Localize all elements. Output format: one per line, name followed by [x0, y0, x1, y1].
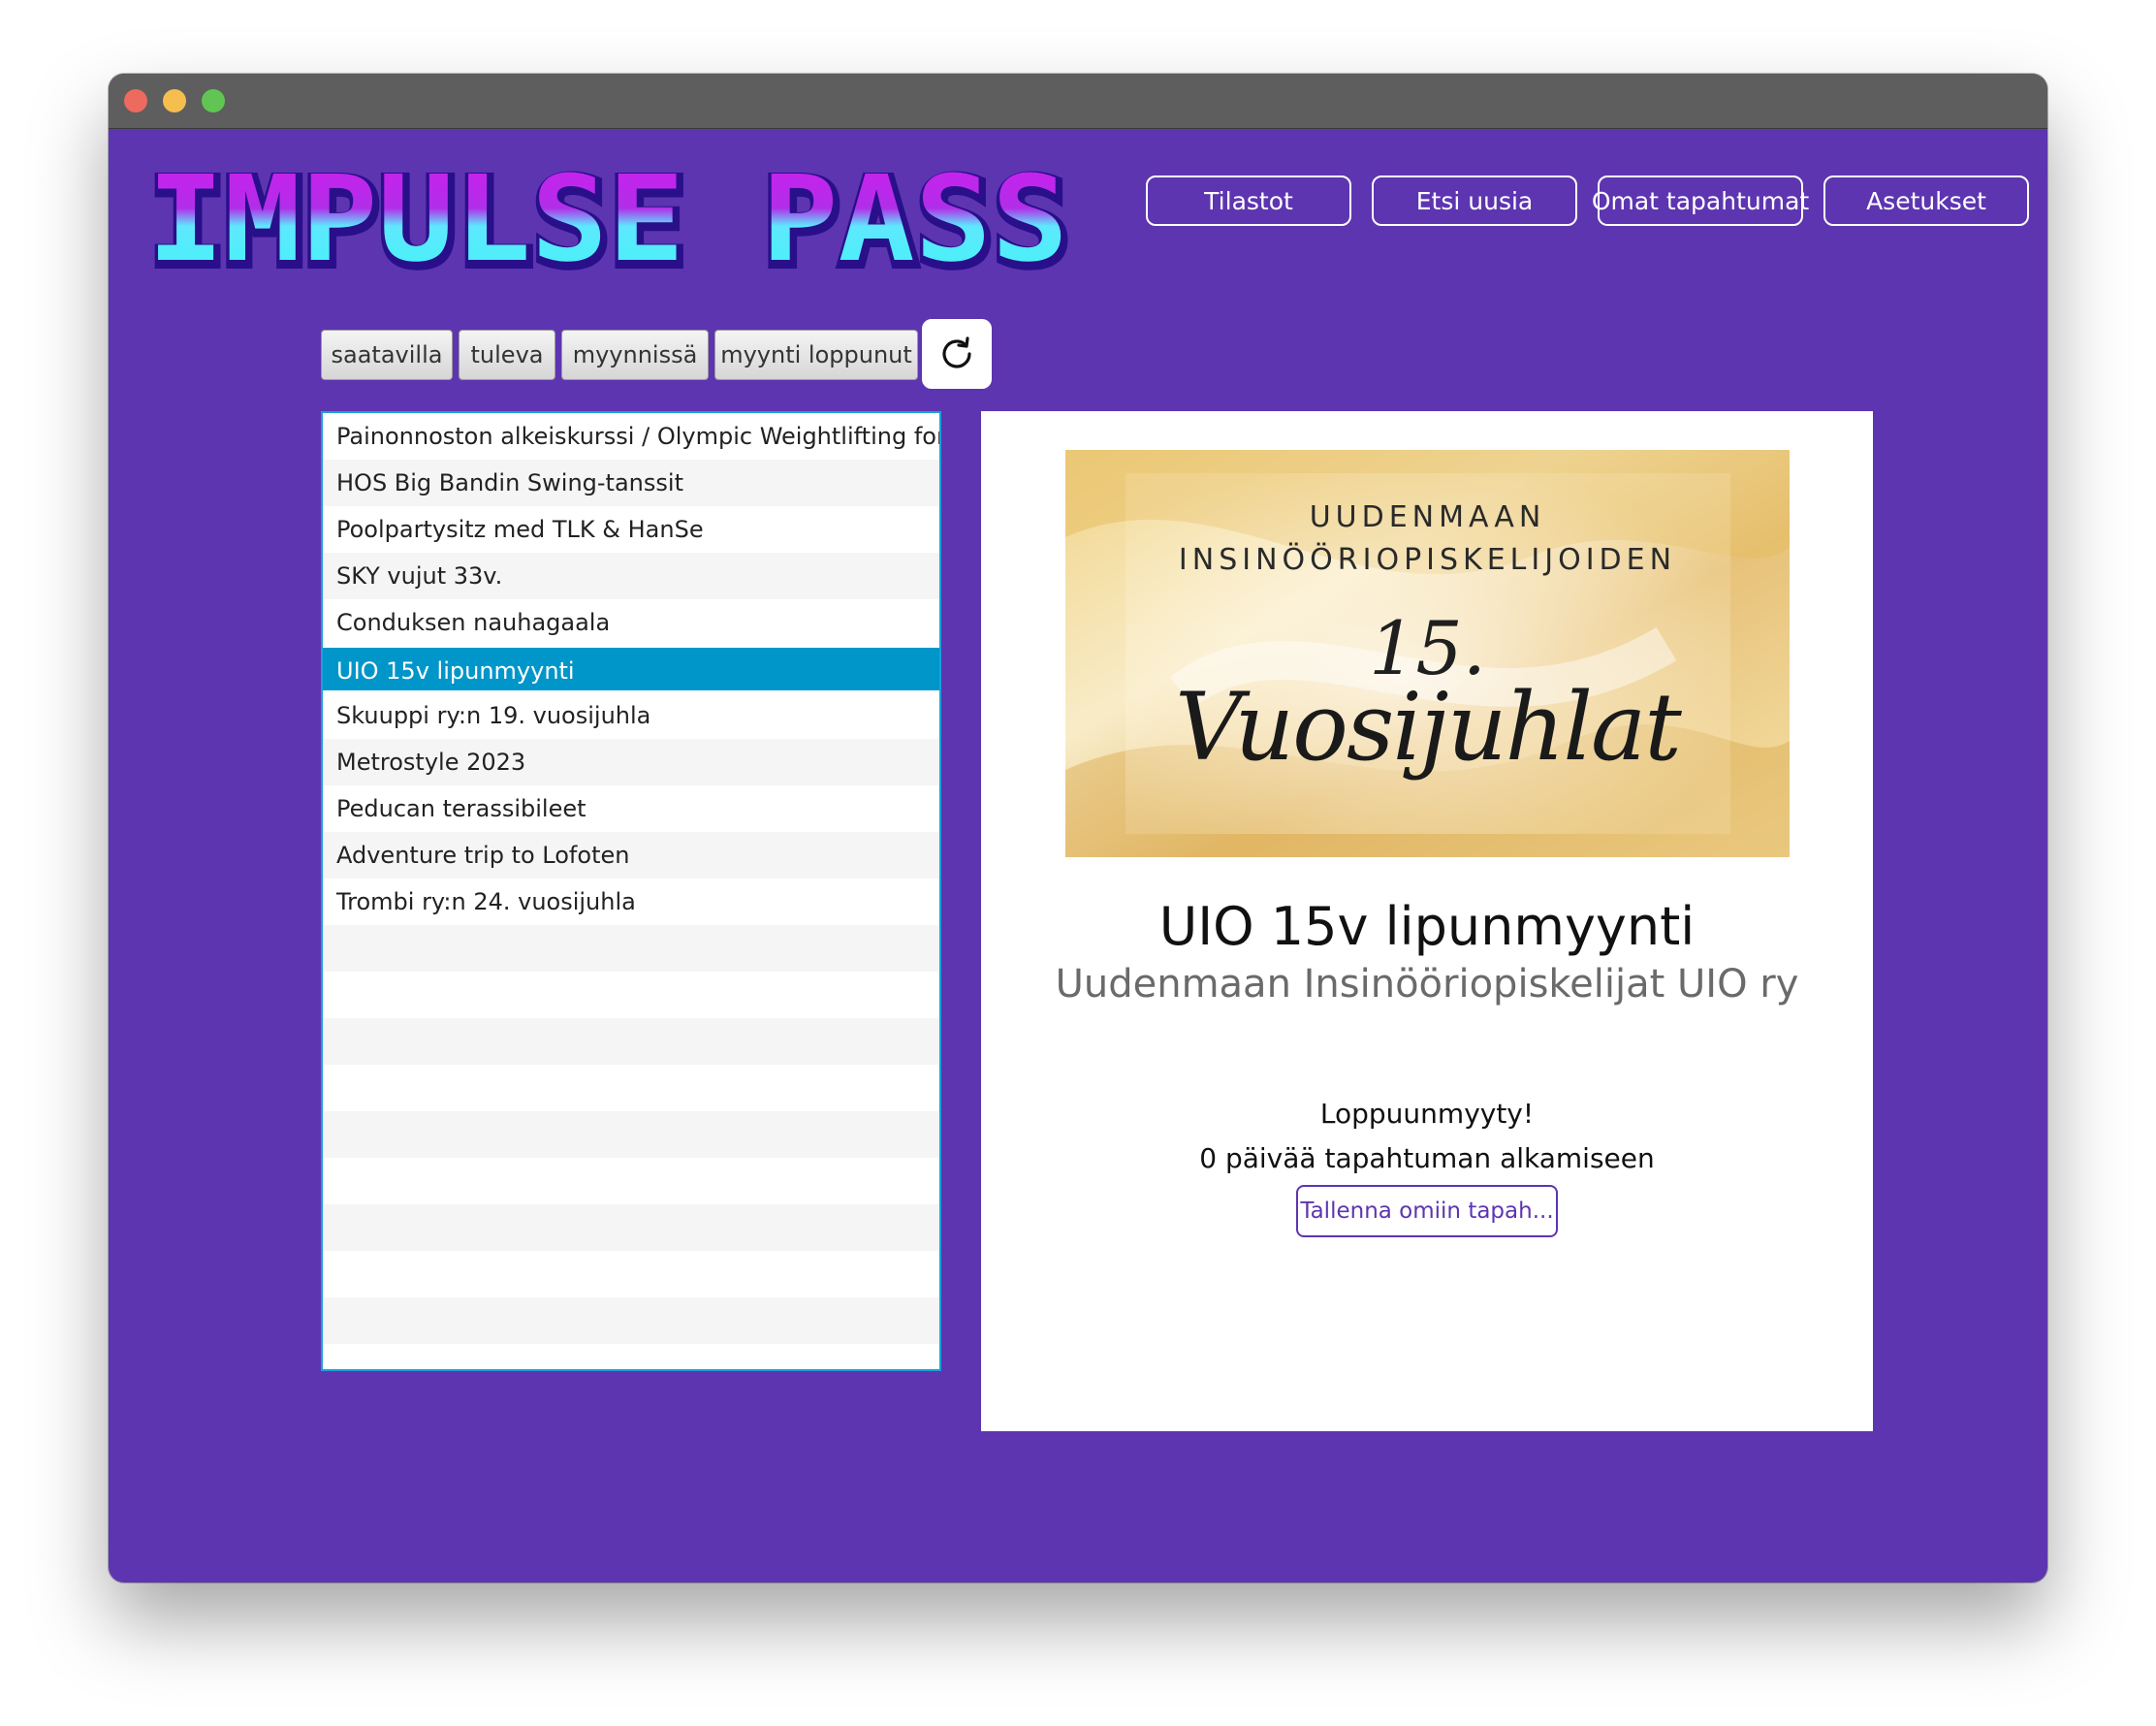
- event-poster-image: UUDENMAAN INSINÖÖRIOPISKELIJOIDEN 15. Vu…: [1065, 450, 1790, 857]
- find-new-button[interactable]: Etsi uusia: [1372, 176, 1577, 226]
- empty-list-row: [323, 972, 939, 1018]
- event-organizer: Uudenmaan Insinööriopiskelijat UIO ry: [1055, 962, 1799, 1007]
- filter-on-sale-button[interactable]: myynnissä: [561, 330, 709, 380]
- days-until-event: 0 päivää tapahtuman alkamiseen: [1199, 1142, 1655, 1174]
- empty-list-row: [323, 1018, 939, 1065]
- empty-list-row: [323, 1297, 939, 1344]
- empty-list-row: [323, 1065, 939, 1111]
- event-list-item[interactable]: Skuuppi ry:n 19. vuosijuhla: [323, 692, 939, 739]
- poster-line-1: UUDENMAAN: [1309, 500, 1546, 534]
- empty-list-row: [323, 1251, 939, 1297]
- app-logo: IMPULSE PASS IMPULSE PASS: [144, 151, 1075, 287]
- empty-list-row: [323, 925, 939, 972]
- empty-list-row: [323, 1204, 939, 1251]
- event-list-item[interactable]: SKY vujut 33v.: [323, 553, 939, 599]
- logo-text: IMPULSE PASS: [147, 151, 1068, 287]
- ticket-status: Loppuunmyyty!: [1319, 1098, 1535, 1130]
- filter-sale-ended-button[interactable]: myynti loppunut: [714, 330, 918, 380]
- event-list-item[interactable]: Adventure trip to Lofoten: [323, 832, 939, 879]
- event-detail-panel: UUDENMAAN INSINÖÖRIOPISKELIJOIDEN 15. Vu…: [981, 411, 1873, 1431]
- event-list-item[interactable]: Metrostyle 2023: [323, 739, 939, 785]
- filter-available-button[interactable]: saatavilla: [321, 330, 453, 380]
- poster-script-text: Vuosijuhlat: [1175, 673, 1682, 782]
- filter-upcoming-button[interactable]: tuleva: [459, 330, 555, 380]
- event-list-item[interactable]: Trombi ry:n 24. vuosijuhla: [323, 879, 939, 925]
- close-window-button[interactable]: [124, 89, 147, 112]
- poster-line-2: INSINÖÖRIOPISKELIJOIDEN: [1178, 543, 1677, 577]
- event-list-item[interactable]: Conduksen nauhagaala: [323, 599, 939, 646]
- settings-button[interactable]: Asetukset: [1823, 176, 2029, 226]
- event-list-item[interactable]: HOS Big Bandin Swing-tanssit: [323, 460, 939, 506]
- empty-list-row: [323, 1344, 939, 1369]
- empty-list-row: [323, 1158, 939, 1204]
- event-list-item[interactable]: Painonnoston alkeiskurssi / Olympic Weig…: [323, 413, 939, 460]
- refresh-button[interactable]: [922, 319, 992, 389]
- my-events-button[interactable]: Omat tapahtumat: [1592, 176, 1809, 226]
- maximize-window-button[interactable]: [202, 89, 225, 112]
- refresh-icon: [942, 336, 971, 368]
- event-list-item[interactable]: Poolpartysitz med TLK & HanSe: [323, 506, 939, 553]
- event-list-item[interactable]: UIO 15v lipunmyynti: [323, 646, 939, 692]
- app-window: IMPULSE PASS IMPULSE PASS Tilastot Etsi …: [109, 74, 2047, 1582]
- event-list-item[interactable]: Peducan terassibileet: [323, 785, 939, 832]
- event-list[interactable]: Painonnoston alkeiskurssi / Olympic Weig…: [321, 411, 941, 1371]
- stats-button[interactable]: Tilastot: [1146, 176, 1351, 226]
- title-bar: [109, 74, 2047, 129]
- minimize-window-button[interactable]: [163, 89, 186, 112]
- save-to-my-events-button[interactable]: Tallenna omiin tapah...: [1296, 1185, 1558, 1237]
- empty-list-row: [323, 1111, 939, 1158]
- event-title: UIO 15v lipunmyynti: [1158, 896, 1696, 957]
